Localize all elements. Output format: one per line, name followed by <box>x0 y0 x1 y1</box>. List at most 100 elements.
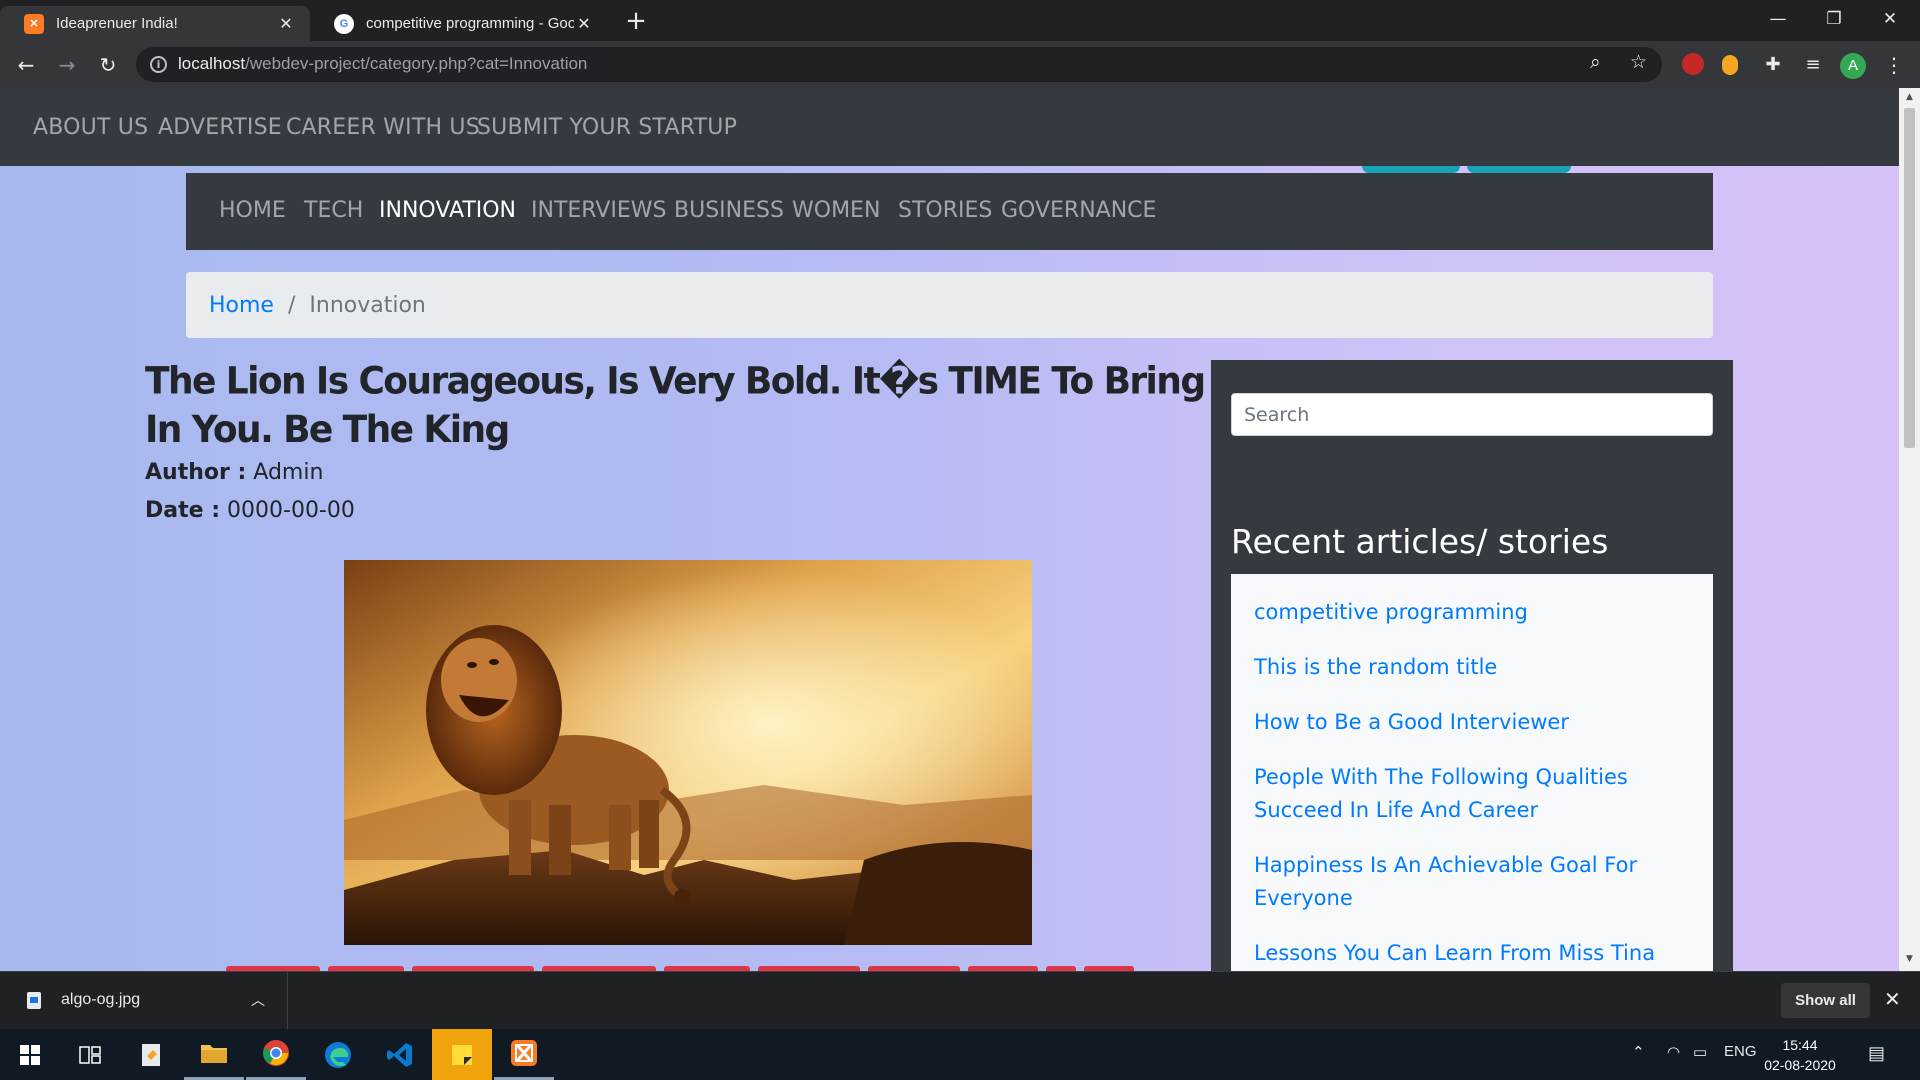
nav-about-us[interactable]: ABOUT US <box>33 115 148 140</box>
page-viewport: ABOUT US ADVERTISE CAREER WITH US SUBMIT… <box>0 88 1920 971</box>
clock-date: 02-08-2020 <box>1764 1057 1836 1073</box>
author-label: Author : <box>145 460 247 485</box>
network-icon[interactable]: ◠ <box>1667 1043 1680 1061</box>
info-icon[interactable]: i <box>150 56 167 73</box>
battery-icon[interactable]: ▭ <box>1693 1043 1707 1061</box>
nav-submit-your-startup[interactable]: SUBMIT YOUR STARTUP <box>477 115 737 140</box>
chrome-icon[interactable] <box>246 1029 306 1080</box>
teal-button-edge[interactable] <box>1362 166 1460 173</box>
nav-career-with-us[interactable]: CAREER WITH US <box>286 115 480 140</box>
scroll-down-icon[interactable]: ▼ <box>1904 954 1915 964</box>
recent-articles-list: competitive programming This is the rand… <box>1231 574 1713 971</box>
recent-articles-heading: Recent articles/ stories <box>1231 522 1609 561</box>
recent-article-link[interactable]: This is the random title <box>1254 651 1691 684</box>
reload-icon[interactable]: ↻ <box>92 49 124 81</box>
chevron-up-icon[interactable]: ⌃ <box>1632 1043 1645 1061</box>
recent-article-link[interactable]: Lessons You Can Learn From Miss Tina Dab… <box>1254 937 1691 971</box>
downloads-bar: algo-og.jpg ︿ Show all ✕ <box>0 971 1920 1030</box>
breadcrumb: Home / Innovation <box>186 272 1713 338</box>
image-file-icon <box>27 992 41 1009</box>
tab-competitive-programming[interactable]: G competitive programming - Goo ✕ <box>310 6 608 41</box>
document-app-icon[interactable] <box>122 1029 182 1080</box>
category-business[interactable]: BUSINESS <box>674 198 784 223</box>
media-queue-icon[interactable]: ≡ <box>1797 49 1829 81</box>
download-file-name: algo-og.jpg <box>61 991 141 1008</box>
show-all-button[interactable]: Show all <box>1781 983 1870 1018</box>
page-scrollbar[interactable]: ▲ ▼ <box>1899 88 1920 971</box>
task-view-icon[interactable] <box>60 1029 120 1080</box>
tab-ideaprenuer[interactable]: ✕ Ideaprenuer India! ✕ <box>0 6 310 41</box>
xampp-icon: ✕ <box>24 13 44 34</box>
breadcrumb-separator: / <box>287 292 296 318</box>
lion-image <box>344 560 1032 945</box>
window-close-icon[interactable]: ✕ <box>1862 0 1918 41</box>
url-path: /webdev-project/category.php?cat=Innovat… <box>245 54 588 73</box>
bookmark-star-icon[interactable]: ☆ <box>1630 51 1647 73</box>
category-interviews[interactable]: INTERVIEWS <box>531 198 667 223</box>
minimize-icon[interactable]: — <box>1750 0 1806 41</box>
back-arrow-icon[interactable]: ← <box>10 49 42 81</box>
breadcrumb-current: Innovation <box>309 292 426 318</box>
recent-article-link[interactable]: How to Be a Good Interviewer <box>1254 706 1691 739</box>
google-icon: G <box>334 13 354 34</box>
url-host: localhost <box>178 54 246 73</box>
date-value: 0000-00-00 <box>227 498 355 523</box>
close-icon[interactable]: ✕ <box>574 14 594 34</box>
category-governance[interactable]: GOVERNANCE <box>1001 198 1156 223</box>
extension-icon[interactable] <box>1722 55 1738 75</box>
nav-advertise[interactable]: ADVERTISE <box>158 115 282 140</box>
clock[interactable]: 15:44 02-08-2020 <box>1760 1035 1840 1075</box>
tab-title: Ideaprenuer India! <box>56 15 178 32</box>
url-text[interactable]: localhost/webdev-project/category.php?ca… <box>178 54 587 74</box>
profile-avatar[interactable]: A <box>1840 53 1866 79</box>
vscode-icon[interactable] <box>370 1029 430 1080</box>
download-item[interactable]: algo-og.jpg ︿ <box>0 972 288 1030</box>
forward-arrow-icon[interactable]: → <box>51 49 83 81</box>
language-indicator[interactable]: ENG <box>1724 1043 1757 1060</box>
notifications-icon[interactable]: ▤ <box>1868 1043 1885 1064</box>
new-tab-button[interactable]: + <box>622 8 650 36</box>
top-navbar: ABOUT US ADVERTISE CAREER WITH US SUBMIT… <box>0 88 1899 166</box>
recent-article-link[interactable]: Happiness Is An Achievable Goal For Ever… <box>1254 849 1691 915</box>
date-label: Date : <box>145 498 221 523</box>
adblock-extension-icon[interactable] <box>1682 53 1704 75</box>
article-date: Date : 0000-00-00 <box>145 496 1210 526</box>
breadcrumb-home-link[interactable]: Home <box>209 293 274 318</box>
author-value: Admin <box>253 460 324 485</box>
recent-article-link[interactable]: People With The Following Qualities Succ… <box>1254 761 1691 827</box>
article-author: Author : Admin <box>145 458 1210 488</box>
puzzle-extensions-icon[interactable]: ✚ <box>1757 49 1789 81</box>
address-bar[interactable]: i localhost/webdev-project/category.php?… <box>136 47 1662 82</box>
chevron-up-icon[interactable]: ︿ <box>251 990 265 1010</box>
category-navbar: HOME TECH INNOVATION INTERVIEWS BUSINESS… <box>186 173 1713 250</box>
windows-taskbar: ⌃ ◠ ▭ ENG 15:44 02-08-2020 ▤ <box>0 1029 1920 1080</box>
teal-button-edge[interactable] <box>1467 166 1571 173</box>
windows-start-icon[interactable] <box>0 1029 60 1080</box>
sticky-notes-icon[interactable] <box>432 1029 492 1080</box>
category-stories[interactable]: STORIES <box>898 198 992 223</box>
scroll-up-icon[interactable]: ▲ <box>1904 92 1915 102</box>
sidebar: Recent articles/ stories competitive pro… <box>1211 360 1733 971</box>
menu-dots-icon[interactable]: ⋮ <box>1878 49 1910 81</box>
browser-toolbar: ← → ↻ i localhost/webdev-project/categor… <box>0 41 1920 88</box>
article-title: The Lion Is Courageous, Is Very Bold. It… <box>145 358 1471 455</box>
edge-icon[interactable] <box>308 1029 368 1080</box>
category-home[interactable]: HOME <box>219 198 286 223</box>
article: The Lion Is Courageous, Is Very Bold. It… <box>145 358 1471 945</box>
restore-icon[interactable]: ❐ <box>1806 0 1862 41</box>
scrollbar-thumb[interactable] <box>1904 108 1915 448</box>
article-title-line-2: In You. Be The King <box>145 408 510 452</box>
xampp-icon[interactable] <box>494 1029 554 1080</box>
category-tech[interactable]: TECH <box>304 198 363 223</box>
clock-time: 15:44 <box>1782 1037 1818 1053</box>
close-icon[interactable]: ✕ <box>276 14 296 34</box>
tab-title: competitive programming - Goo <box>366 15 574 32</box>
category-innovation[interactable]: INNOVATION <box>379 198 516 223</box>
category-women[interactable]: WOMEN <box>792 198 880 223</box>
zoom-icon[interactable]: ⌕ <box>1590 51 1601 73</box>
search-input[interactable] <box>1231 393 1713 436</box>
close-icon[interactable]: ✕ <box>1884 987 1901 1011</box>
lion-image-graphic <box>344 560 1032 945</box>
recent-article-link[interactable]: competitive programming <box>1254 596 1691 629</box>
file-explorer-icon[interactable] <box>184 1029 244 1080</box>
